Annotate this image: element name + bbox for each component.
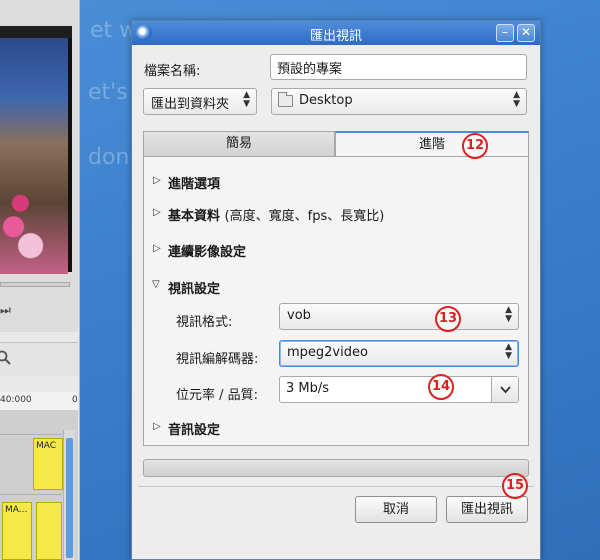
updown-arrow-icon: ▲ ▼	[505, 342, 512, 361]
tab-simple[interactable]: 簡易	[143, 131, 335, 157]
video-editor-window: ⏭ 40:000 0 MAC MA...	[0, 0, 80, 560]
basic-info-expander[interactable]: ▷ 基本資料 (高度、寬度、fps、長寬比)	[153, 205, 385, 224]
tab-advanced[interactable]: 進階	[335, 131, 529, 157]
expander-collapsed-icon: ▷	[153, 175, 161, 186]
updown-arrow-icon: ▲ ▼	[513, 90, 520, 109]
bitrate-label: 位元率 / 品質:	[176, 388, 259, 403]
ruler-time: 40:000	[0, 395, 32, 405]
zoom-icon[interactable]	[0, 350, 12, 370]
video-codec-select[interactable]: mpeg2video ▲ ▼	[279, 340, 519, 367]
filename-label: 檔案名稱:	[144, 64, 201, 79]
background-text: et's	[88, 80, 128, 105]
dialog-titlebar[interactable]: 匯出視訊 – ✕	[132, 21, 540, 45]
chevron-down-icon[interactable]	[491, 377, 518, 402]
destination-value: 匯出到資料夾	[151, 97, 230, 112]
annotation-marker: 12	[462, 133, 488, 159]
audio-settings-expander[interactable]: ▷ 音訊設定	[153, 419, 220, 438]
export-video-dialog: 匯出視訊 – ✕ 檔案名稱: 預設的專案 匯出到資料夾 ▲ ▼ Desktop ▲…	[131, 20, 541, 560]
expander-collapsed-icon: ▷	[153, 207, 161, 218]
video-format-select[interactable]: vob ▲ ▼	[279, 303, 519, 330]
timeline-clip[interactable]	[36, 502, 62, 560]
preview-progress[interactable]	[0, 282, 70, 287]
export-video-button[interactable]: 匯出視訊	[446, 496, 528, 523]
video-settings-expander[interactable]: ▽ 視訊設定	[152, 278, 220, 297]
dialog-title: 匯出視訊	[309, 29, 362, 44]
folder-select[interactable]: Desktop ▲ ▼	[271, 88, 527, 115]
ruler-time: 0	[72, 395, 78, 405]
bitrate-combo[interactable]: 3 Mb/s	[279, 376, 519, 403]
folder-value: Desktop	[299, 93, 353, 108]
expander-collapsed-icon: ▷	[153, 421, 161, 432]
cancel-button[interactable]: 取消	[355, 496, 437, 523]
updown-arrow-icon: ▲ ▼	[505, 305, 512, 324]
annotation-marker: 14	[428, 374, 454, 400]
button-separator	[138, 486, 534, 487]
video-frame	[0, 38, 68, 274]
preview-panel: ⏭	[0, 0, 78, 332]
updown-arrow-icon: ▲ ▼	[243, 90, 250, 109]
export-progress-bar	[143, 459, 529, 477]
video-format-value: vob	[287, 308, 311, 323]
bitrate-value[interactable]: 3 Mb/s	[286, 381, 329, 396]
advanced-options-expander[interactable]: ▷ 進階選項	[153, 173, 220, 192]
scrollbar-thumb[interactable]	[66, 438, 73, 558]
annotation-marker: 15	[502, 473, 528, 499]
timeline-clip[interactable]: MAC	[33, 438, 63, 490]
timeline-scrollbar[interactable]	[63, 430, 75, 560]
next-frame-icon[interactable]: ⏭	[0, 303, 11, 318]
video-codec-label: 視訊編解碼器:	[176, 352, 259, 367]
filename-input[interactable]: 預設的專案	[270, 54, 527, 80]
continuous-image-expander[interactable]: ▷ 連續影像設定	[153, 241, 246, 260]
video-codec-value: mpeg2video	[287, 345, 368, 360]
expander-collapsed-icon: ▷	[153, 243, 161, 254]
timeline-clip[interactable]: MA...	[2, 502, 32, 560]
video-format-label: 視訊格式:	[176, 315, 233, 330]
video-preview	[0, 26, 72, 274]
folder-icon	[278, 92, 293, 107]
expander-expanded-icon: ▽	[152, 279, 160, 290]
minimize-button[interactable]: –	[496, 24, 514, 42]
close-button[interactable]: ✕	[517, 24, 535, 42]
timeline-ruler[interactable]: 40:000 0	[0, 392, 78, 410]
annotation-marker: 13	[435, 306, 461, 332]
advanced-settings-panel: ▷ 進階選項 ▷ 基本資料 (高度、寬度、fps、長寬比) ▷ 連續影像設定 ▽…	[143, 156, 529, 446]
destination-select[interactable]: 匯出到資料夾 ▲ ▼	[143, 88, 257, 115]
basic-info-detail: (高度、寬度、fps、長寬比)	[224, 209, 385, 224]
